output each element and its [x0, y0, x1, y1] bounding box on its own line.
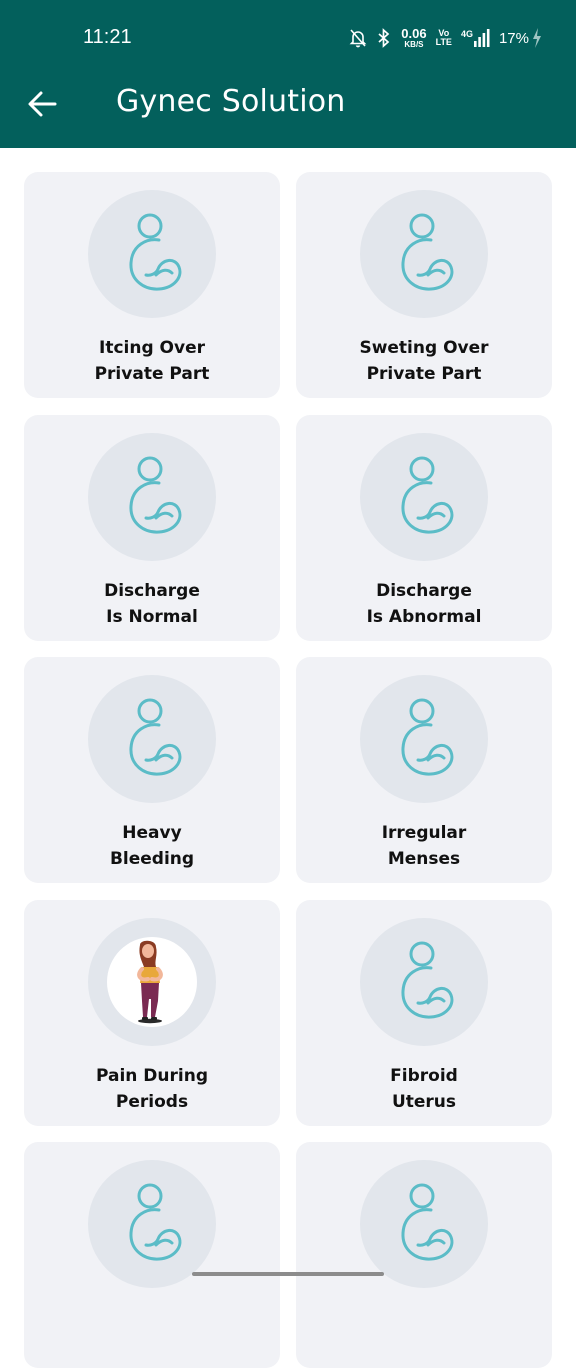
card-label-line2: Bleeding: [109, 849, 195, 869]
card-icon-circle: [360, 918, 488, 1046]
card-label-line1: Discharge: [376, 581, 472, 601]
page-title: Gynec Solution: [116, 84, 346, 119]
card-icon-circle: [360, 433, 488, 561]
card-icon-circle: [360, 1160, 488, 1288]
net-speed-value: 0.06: [401, 26, 427, 41]
volte-indicator: Vo LTE: [436, 29, 452, 47]
net-speed-unit: KB/S: [404, 40, 424, 49]
card-label-line2: Is Abnormal: [366, 607, 482, 627]
card-label: Irregular Menses: [296, 820, 552, 872]
back-button[interactable]: [24, 84, 60, 124]
card-icon-circle: [360, 675, 488, 803]
card-discharge-normal[interactable]: Discharge Is Normal: [24, 415, 280, 641]
pregnancy-icon: [401, 698, 454, 776]
card-label: Sweting Over Private Part: [296, 335, 552, 387]
bell-off-icon: [349, 28, 367, 48]
pregnancy-icon: [129, 213, 182, 291]
card-label: Pain During Periods: [24, 1063, 280, 1115]
card-irregular-menses[interactable]: Irregular Menses: [296, 657, 552, 883]
pregnancy-icon: [401, 941, 454, 1019]
signal-icon: 4G: [461, 29, 490, 47]
card-icon-circle: [88, 918, 216, 1046]
card-itching-over-private-part[interactable]: Itcing Over Private Part: [24, 172, 280, 398]
card-label-line2: Private Part: [366, 364, 482, 384]
card-label-line1: Irregular: [381, 823, 467, 843]
charging-icon: [532, 28, 542, 48]
card-label-line2: Private Part: [94, 364, 210, 384]
card-label: Fibroid Uterus: [296, 1063, 552, 1115]
card-sweating-over-private-part[interactable]: Sweting Over Private Part: [296, 172, 552, 398]
pregnancy-icon: [401, 1183, 454, 1261]
card-partial-right[interactable]: [296, 1142, 552, 1368]
card-icon-circle: [360, 190, 488, 318]
card-discharge-abnormal[interactable]: Discharge Is Abnormal: [296, 415, 552, 641]
status-time: 11:21: [83, 26, 132, 48]
card-label-line1: Discharge: [104, 581, 200, 601]
status-icons: 0.06 KB/S Vo LTE 4G 17%: [349, 24, 542, 52]
app-bar: 11:21 0.06 KB/S Vo LTE 4G 17% Gynec Solu…: [0, 0, 576, 148]
card-label-line1: Fibroid: [390, 1066, 458, 1086]
net-speed: 0.06 KB/S: [401, 27, 426, 49]
bluetooth-icon: [376, 28, 392, 48]
card-fibroid-uterus[interactable]: Fibroid Uterus: [296, 900, 552, 1126]
home-indicator[interactable]: [192, 1272, 384, 1276]
card-label-line1: Heavy: [122, 823, 182, 843]
battery-percent: 17%: [498, 29, 529, 47]
card-label-line2: Menses: [387, 849, 461, 869]
card-label-line2: Uterus: [391, 1092, 457, 1112]
pregnancy-icon: [401, 456, 454, 534]
card-label-line2: Periods: [115, 1092, 189, 1112]
card-label-line1: Itcing Over: [99, 338, 205, 358]
card-label: Discharge Is Abnormal: [296, 578, 552, 630]
network-type: 4G: [460, 29, 473, 39]
pregnancy-icon: [401, 213, 454, 291]
arrow-left-icon: [28, 91, 57, 117]
card-label-line2: Is Normal: [106, 607, 198, 627]
pregnancy-icon: [129, 456, 182, 534]
card-icon-circle: [88, 675, 216, 803]
card-label: Itcing Over Private Part: [24, 335, 280, 387]
card-heavy-bleeding[interactable]: Heavy Bleeding: [24, 657, 280, 883]
pregnancy-icon: [129, 1183, 182, 1261]
image-frame: [107, 937, 197, 1027]
card-pain-during-periods[interactable]: Pain During Periods: [24, 900, 280, 1126]
woman-in-pain-illustration: [137, 940, 163, 1024]
card-icon-circle: [88, 1160, 216, 1288]
card-label: Heavy Bleeding: [24, 820, 280, 872]
pregnancy-icon: [129, 698, 182, 776]
card-partial-left[interactable]: [24, 1142, 280, 1368]
card-icon-circle: [88, 433, 216, 561]
card-label: Discharge Is Normal: [24, 578, 280, 630]
card-label-line1: Pain During: [95, 1066, 209, 1086]
volte-bottom: LTE: [435, 37, 452, 47]
card-label-line1: Sweting Over: [359, 338, 489, 358]
card-icon-circle: [88, 190, 216, 318]
